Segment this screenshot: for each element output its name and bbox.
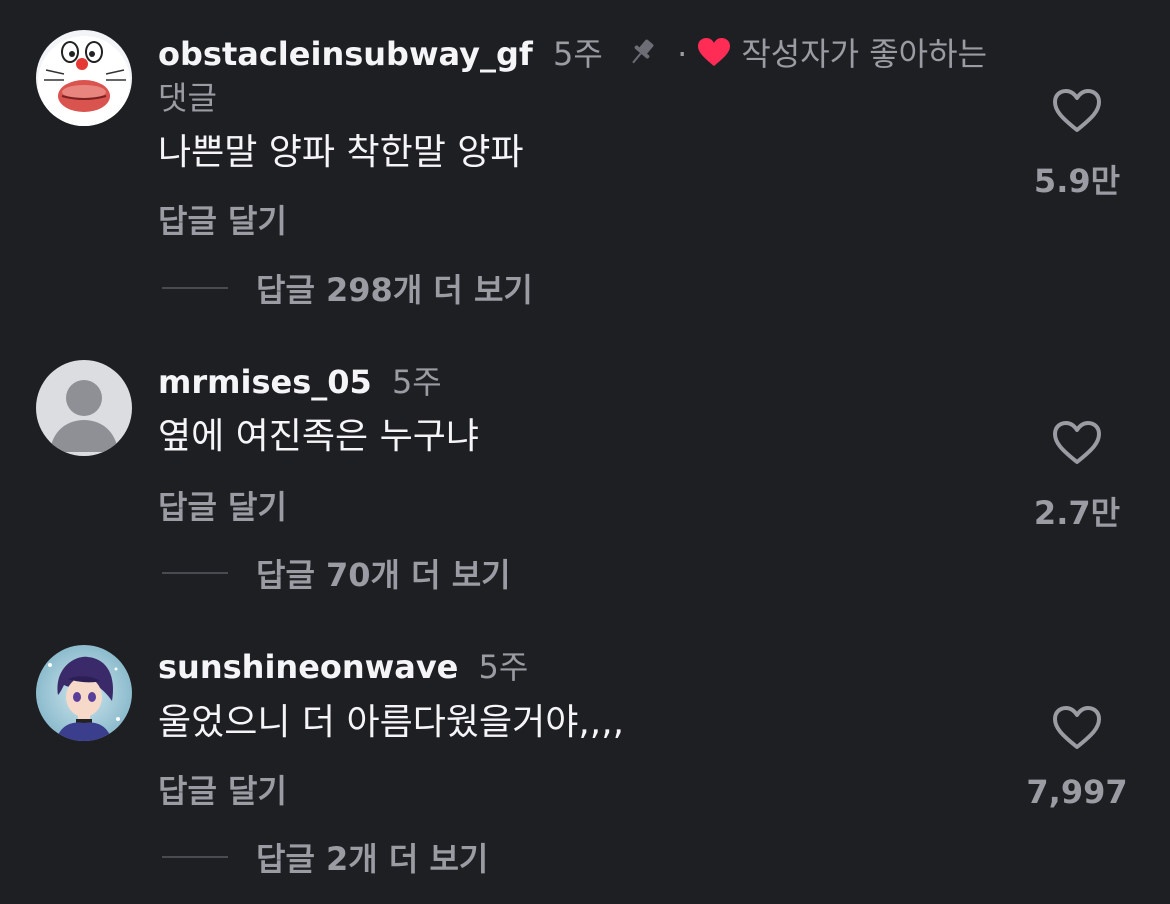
- heart-outline-icon[interactable]: [1022, 705, 1132, 755]
- heart-filled-icon: [697, 36, 731, 76]
- comment-header: obstacleinsubway_gf 5주 · 작성자가 좋아하는 댓글: [158, 34, 998, 118]
- view-replies-button[interactable]: 답글 70개 더 보기: [162, 553, 511, 594]
- view-replies-label: 답글 2개 더 보기: [256, 840, 489, 878]
- comment-text: 옆에 여진족은 누구냐: [158, 416, 479, 457]
- reply-button[interactable]: 답글 달기: [158, 196, 287, 242]
- like-area: 2.7만: [1022, 420, 1132, 534]
- heart-outline-icon[interactable]: [1022, 420, 1132, 470]
- like-area: 7,997: [1022, 705, 1132, 811]
- comment-time: 5주: [391, 363, 442, 401]
- comment-header: sunshineonwave 5주: [158, 647, 998, 687]
- like-count: 7,997: [1026, 773, 1128, 811]
- pin-icon: [625, 35, 659, 78]
- comment-text: 울었으니 더 아름다웠을거야,,,,: [158, 702, 625, 743]
- reply-button[interactable]: 답글 달기: [158, 766, 287, 812]
- comment-time: 5주: [552, 35, 603, 73]
- avatar[interactable]: [36, 645, 132, 741]
- comment-text: 나쁜말 양파 착한말 양파: [158, 132, 524, 173]
- divider-line: [162, 856, 228, 858]
- comment-time: 5주: [478, 648, 529, 686]
- view-replies-button[interactable]: 답글 298개 더 보기: [162, 268, 533, 309]
- view-replies-button[interactable]: 답글 2개 더 보기: [162, 837, 489, 878]
- like-count: 5.9만: [1033, 162, 1121, 200]
- heart-outline-icon[interactable]: [1022, 88, 1132, 138]
- anime-avatar-icon: [36, 645, 132, 741]
- view-replies-label: 답글 70개 더 보기: [256, 556, 511, 594]
- comment-header: mrmises_05 5주: [158, 362, 998, 402]
- username[interactable]: sunshineonwave: [158, 648, 458, 686]
- view-replies-label: 답글 298개 더 보기: [256, 271, 533, 309]
- reply-button[interactable]: 답글 달기: [158, 482, 287, 528]
- username[interactable]: obstacleinsubway_gf: [158, 35, 533, 73]
- like-count: 2.7만: [1033, 494, 1121, 532]
- separator-dot: ·: [677, 35, 688, 73]
- default-avatar-icon: [36, 360, 132, 456]
- avatar[interactable]: [36, 30, 132, 126]
- divider-line: [162, 572, 228, 574]
- avatar[interactable]: [36, 360, 132, 456]
- divider-line: [162, 287, 228, 289]
- username[interactable]: mrmises_05: [158, 363, 372, 401]
- like-area: 5.9만: [1022, 88, 1132, 202]
- doraemon-avatar-icon: [36, 30, 132, 126]
